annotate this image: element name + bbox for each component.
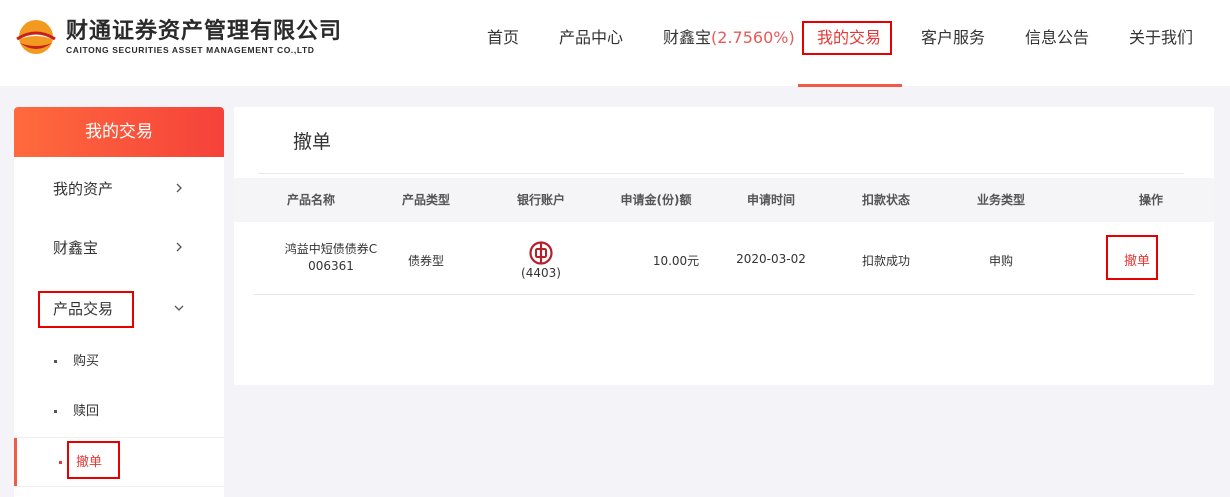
top-header: 财通证券资产管理有限公司 CAITONG SECURITIES ASSET MA… bbox=[0, 0, 1230, 87]
nav-highlight-box bbox=[802, 21, 892, 55]
column-header-business-type: 业务类型 bbox=[976, 193, 1025, 207]
bullet-icon bbox=[59, 461, 62, 464]
cancel-order-button[interactable]: 撤单 bbox=[1124, 254, 1150, 269]
nav-customer-service[interactable]: 客户服务 bbox=[921, 26, 985, 50]
sidebar-subitem-buy[interactable]: 购买 bbox=[14, 337, 224, 387]
column-header-debit-status: 扣款状态 bbox=[861, 193, 910, 207]
nav-caixinbao-rate: (2.7560%) bbox=[711, 28, 795, 47]
brand-name-en: CAITONG SECURITIES ASSET MANAGEMENT CO.,… bbox=[66, 45, 315, 55]
sidebar-item-label: 财鑫宝 bbox=[53, 239, 99, 257]
cell-business-type: 申购 bbox=[988, 254, 1013, 268]
sidebar-title: 我的交易 bbox=[14, 107, 224, 157]
sidebar-item-label: 我的资产 bbox=[53, 180, 114, 198]
brand-name-cn: 财通证券资产管理有限公司 bbox=[66, 19, 343, 44]
cell-amount: 10.00元 bbox=[652, 254, 700, 268]
bullet-icon bbox=[54, 410, 57, 413]
main-panel: 撤单 产品名称 产品类型 银行账户 申请金(份)额 申请时间 扣款状态 业务类型… bbox=[234, 107, 1214, 385]
nav-active-underline bbox=[798, 84, 902, 87]
nav-announcements[interactable]: 信息公告 bbox=[1025, 26, 1089, 50]
column-header-action: 操作 bbox=[1138, 193, 1163, 207]
active-indicator bbox=[14, 438, 17, 486]
table-header: 产品名称 产品类型 银行账户 申请金(份)额 申请时间 扣款状态 业务类型 操作 bbox=[234, 178, 1214, 222]
bullet-icon bbox=[54, 360, 57, 363]
nav-about[interactable]: 关于我们 bbox=[1129, 26, 1193, 50]
table-row: 鸿益中短债债券C 006361 债券型 (4403) 10.00元 2020-0… bbox=[254, 225, 1194, 295]
cell-bank-account: (4403) bbox=[501, 241, 581, 280]
bank-of-china-icon bbox=[529, 241, 553, 265]
nav-caixinbao[interactable]: 财鑫宝(2.7560%) bbox=[663, 26, 795, 50]
sidebar-subitem-redeem[interactable]: 赎回 bbox=[14, 387, 224, 437]
chevron-right-icon bbox=[176, 183, 182, 193]
cell-debit-status: 扣款成功 bbox=[861, 254, 910, 268]
column-header-amount: 申请金(份)额 bbox=[620, 193, 692, 207]
company-logo[interactable]: 财通证券资产管理有限公司 CAITONG SECURITIES ASSET MA… bbox=[12, 12, 342, 62]
cell-product-type: 债券型 bbox=[407, 254, 444, 268]
sidebar: 我的交易 我的资产 财鑫宝 产品交易 购买 赎回 撤单 bbox=[14, 107, 224, 497]
sidebar-subitem-label: 撤单 bbox=[76, 455, 103, 470]
cell-action: 撤单 bbox=[1107, 250, 1167, 269]
sidebar-subitem-label: 购买 bbox=[73, 354, 100, 369]
cell-product-name: 鸿益中短债债券C 006361 bbox=[266, 241, 396, 275]
sidebar-subitem-label: 赎回 bbox=[73, 404, 100, 419]
sidebar-subitem-cancel[interactable]: 撤单 bbox=[14, 437, 224, 487]
sidebar-item-assets[interactable]: 我的资产 bbox=[14, 161, 224, 217]
nav-home[interactable]: 首页 bbox=[487, 26, 519, 50]
column-header-apply-time: 申请时间 bbox=[746, 193, 795, 207]
column-header-product-type: 产品类型 bbox=[401, 193, 450, 207]
product-name-line2: 006361 bbox=[308, 259, 354, 273]
cell-apply-time: 2020-03-02 bbox=[736, 252, 806, 266]
nav-caixinbao-label: 财鑫宝 bbox=[663, 28, 712, 47]
nav-products[interactable]: 产品中心 bbox=[559, 26, 623, 50]
sidebar-item-product-trade[interactable]: 产品交易 bbox=[14, 281, 224, 337]
chevron-down-icon bbox=[174, 305, 184, 311]
column-header-product-name: 产品名称 bbox=[286, 193, 335, 207]
title-divider bbox=[258, 173, 1184, 174]
product-name-line1: 鸿益中短债债券C bbox=[284, 242, 378, 256]
bank-account-suffix: (4403) bbox=[521, 266, 561, 280]
sidebar-item-label: 产品交易 bbox=[53, 300, 114, 318]
chevron-right-icon bbox=[176, 242, 182, 252]
page-title: 撤单 bbox=[293, 131, 332, 153]
column-header-bank-account: 银行账户 bbox=[516, 193, 565, 207]
caitong-logo-icon bbox=[15, 20, 57, 54]
sidebar-item-caixinbao[interactable]: 财鑫宝 bbox=[14, 220, 224, 276]
